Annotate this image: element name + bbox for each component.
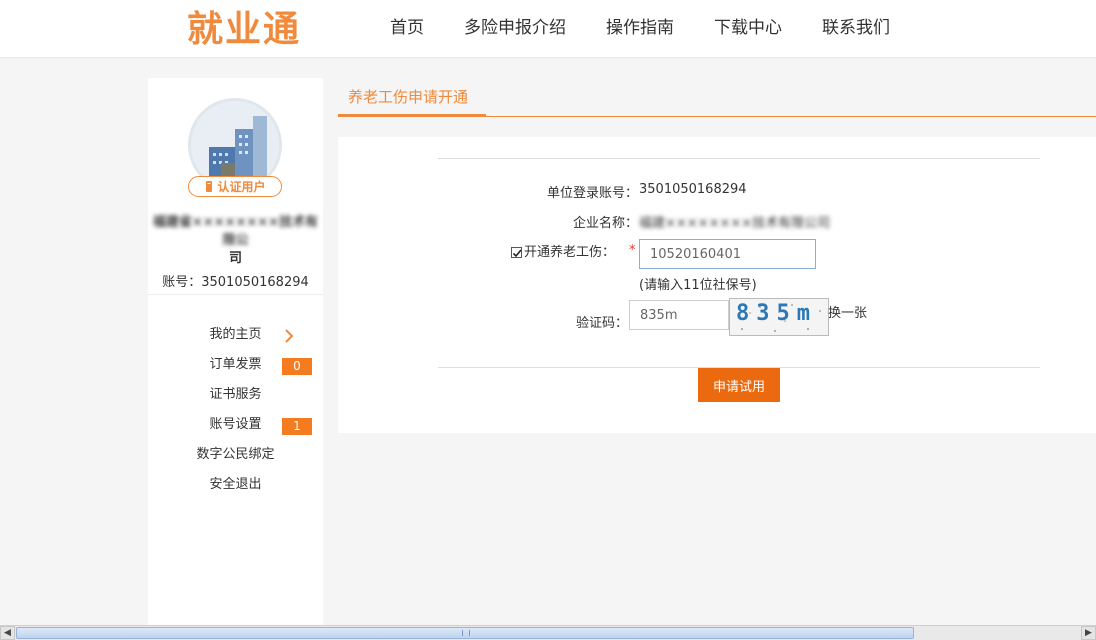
- apply-trial-button[interactable]: 申请试用: [698, 368, 780, 402]
- captcha-refresh-link[interactable]: 换一张: [828, 302, 867, 321]
- social-security-hint: (请输入11位社保号): [639, 278, 757, 293]
- captcha-image[interactable]: 835m: [729, 298, 829, 336]
- sidebar-item-home[interactable]: 我的主页: [148, 320, 323, 350]
- nav-insurance-intro[interactable]: 多险申报介绍: [464, 0, 566, 58]
- certified-user-badge: 认证用户: [188, 176, 282, 197]
- captcha-input[interactable]: [629, 300, 729, 330]
- captcha-text: 835m: [736, 301, 817, 326]
- horizontal-scrollbar[interactable]: ◀ ▶: [0, 625, 1096, 640]
- sidebar-item-digital-citizen[interactable]: 数字公民绑定: [148, 440, 323, 470]
- nav-contact[interactable]: 联系我们: [822, 0, 890, 58]
- top-header: 就业通 首页 多险申报介绍 操作指南 下载中心 联系我们: [0, 0, 1096, 58]
- account-info: 账号：3501050168294: [148, 271, 323, 290]
- account-number: 3501050168294: [201, 275, 309, 290]
- form-top-divider: [438, 158, 1040, 159]
- check-icon: [512, 249, 522, 258]
- sidebar-item-orders[interactable]: 订单发票 0: [148, 350, 323, 380]
- sidebar: 认证用户 福建省××××××××技术有限公 司 账号：3501050168294…: [148, 78, 323, 626]
- company-name-label: 企业名称：: [572, 216, 638, 231]
- sidebar-item-logout[interactable]: 安全退出: [148, 470, 323, 500]
- main-nav: 首页 多险申报介绍 操作指南 下载中心 联系我们: [370, 0, 910, 58]
- required-mark: *: [629, 243, 636, 258]
- site-logo[interactable]: 就业通: [187, 10, 301, 50]
- tab-pension-injury[interactable]: 养老工伤申请开通: [338, 78, 486, 117]
- grip-icon: [462, 630, 470, 636]
- sidebar-item-label: 安全退出: [209, 477, 262, 492]
- company-name: 福建省××××××××技术有限公 司: [148, 214, 323, 268]
- scroll-left-arrow-icon[interactable]: ◀: [0, 626, 15, 640]
- sidebar-divider: [148, 294, 323, 295]
- login-account-label: 单位登录账号：: [546, 186, 638, 201]
- nav-home[interactable]: 首页: [390, 0, 424, 58]
- social-security-input[interactable]: [639, 239, 816, 269]
- cert-tag-icon: [204, 180, 214, 193]
- company-name-line1: 福建省××××××××技术有限公: [152, 215, 319, 248]
- pension-injury-label: 开通养老工伤：: [524, 245, 616, 260]
- scroll-right-arrow-icon[interactable]: ▶: [1081, 626, 1096, 640]
- sidebar-item-certificates[interactable]: 证书服务: [148, 380, 323, 410]
- badge-label: 认证用户: [217, 180, 266, 194]
- company-name-line2: 司: [228, 251, 242, 266]
- sidebar-item-account-settings[interactable]: 账号设置 1: [148, 410, 323, 440]
- application-form: 单位登录账号： 3501050168294 企业名称： 福建××××××××技术…: [338, 137, 1096, 433]
- pension-injury-checkbox[interactable]: [511, 247, 522, 258]
- scrollbar-thumb[interactable]: [16, 627, 914, 639]
- account-label: 账号：: [162, 275, 202, 290]
- company-name-value: 福建××××××××技术有限公司: [639, 216, 831, 231]
- sidebar-item-label: 证书服务: [209, 387, 262, 402]
- orders-count-badge: 0: [282, 358, 312, 375]
- nav-downloads[interactable]: 下载中心: [714, 0, 782, 58]
- sidebar-item-label: 我的主页: [209, 327, 262, 342]
- sidebar-menu: 我的主页 订单发票 0 证书服务 账号设置 1 数字公民绑定 安全退出: [148, 320, 323, 500]
- sidebar-item-label: 数字公民绑定: [196, 447, 275, 462]
- nav-guide[interactable]: 操作指南: [606, 0, 674, 58]
- settings-count-badge: 1: [282, 418, 312, 435]
- chevron-right-icon: [285, 329, 294, 343]
- tab-bar: 养老工伤申请开通: [338, 78, 1096, 117]
- login-account-value: 3501050168294: [639, 182, 747, 197]
- captcha-label: 验证码：: [575, 316, 628, 331]
